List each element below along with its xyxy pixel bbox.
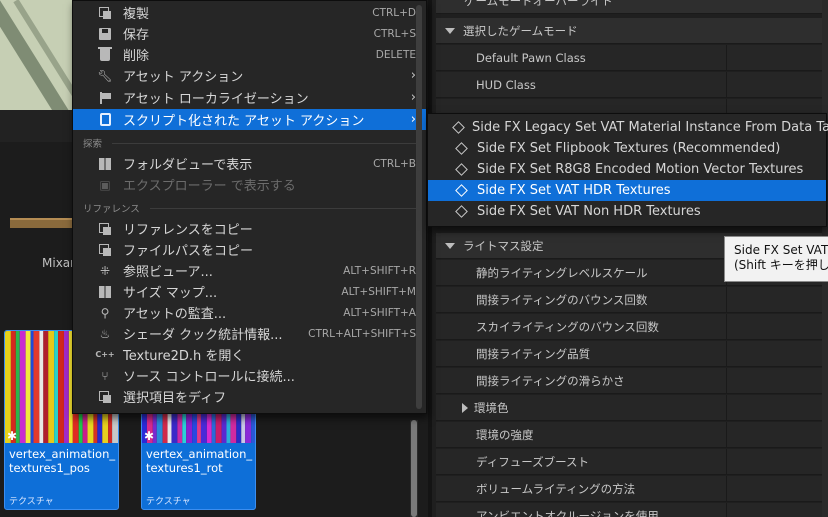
cpp-icon: C++ — [95, 350, 115, 359]
submenu-item-set-vat-non-hdr[interactable]: Side FX Set VAT Non HDR Textures — [428, 201, 826, 222]
menu-item-asset-actions[interactable]: 🔧︎ アセット アクション › — [73, 65, 426, 86]
diff-icon — [97, 389, 113, 405]
property-row[interactable]: ディフューズブースト — [436, 449, 828, 475]
menu-item-delete[interactable]: 削除 DELETE — [73, 44, 426, 65]
level-viewport[interactable] — [0, 0, 72, 110]
property-row[interactable]: Default Pawn Class — [436, 45, 828, 71]
menu-item-open-texture2d-h[interactable]: C++ Texture2D.h を開く — [73, 344, 426, 365]
property-row[interactable]: 環境の強度 — [436, 422, 828, 448]
submenu-item-set-vat-hdr[interactable]: Side FX Set VAT HDR Textures — [428, 180, 826, 201]
size-map-icon — [97, 284, 113, 300]
blueprint-diamond-icon — [452, 121, 465, 135]
property-row[interactable]: ボリュームライティングの方法 — [436, 476, 828, 502]
folder-label[interactable]: Mixar — [42, 256, 75, 270]
wrench-icon: 🔧︎ — [97, 68, 113, 83]
property-row[interactable]: スカイライティングのバウンス回数 — [436, 314, 828, 340]
property-row[interactable]: 間接ライティングの滑らかさ — [436, 368, 828, 394]
category-selected-gamemode[interactable]: 選択したゲームモード — [436, 18, 828, 44]
source-control-icon: ⑂ — [101, 368, 109, 383]
toolbar-band — [0, 110, 72, 142]
menu-item-diff-selected[interactable]: 選択項目をディフ — [73, 386, 426, 407]
menu-item-save[interactable]: 保存 CTRL+S — [73, 23, 426, 44]
tooltip: Side FX Set VAT H (Shift キーを押しな — [724, 236, 828, 282]
menu-item-copy-reference[interactable]: リファレンスをコピー — [73, 218, 426, 239]
collapse-arrow-icon[interactable] — [445, 27, 455, 34]
category-gamemode-override[interactable]: ゲームモードオーバーライド — [436, 0, 828, 14]
folder-thumbnail[interactable] — [10, 218, 72, 228]
menu-item-audit-assets[interactable]: ⚲ アセットの監査... ALT+SHIFT+A — [73, 302, 426, 323]
blueprint-diamond-icon — [454, 184, 468, 198]
shader-icon: ♨ — [99, 326, 111, 341]
flag-icon — [97, 90, 113, 106]
blueprint-diamond-icon — [454, 142, 468, 156]
script-icon — [97, 112, 113, 128]
property-row[interactable]: アンビエントオクルージョンを使用 — [436, 503, 828, 517]
submenu-item-set-r8g8-motion-vector[interactable]: Side FX Set R8G8 Encoded Motion Vector T… — [428, 159, 826, 180]
property-row-environment-color[interactable]: 環境色 — [436, 395, 828, 421]
delete-icon — [97, 46, 113, 63]
duplicate-icon — [97, 5, 113, 21]
menu-item-show-in-explorer: ▣ エクスプローラー で表示する — [73, 174, 426, 195]
submenu-item-set-flipbook-textures[interactable]: Side FX Set Flipbook Textures (Recommend… — [428, 138, 826, 159]
property-row[interactable]: 間接ライティングのバウンス回数 — [436, 287, 828, 313]
blueprint-diamond-icon — [454, 163, 468, 177]
menu-item-scripted-asset-actions[interactable]: スクリプト化された アセット アクション › — [73, 109, 426, 130]
asset-type: テクスチャ — [9, 497, 54, 507]
blueprint-diamond-icon — [454, 205, 468, 219]
menu-item-copy-file-path[interactable]: ファイルパスをコピー — [73, 239, 426, 260]
section-header-reference: リファレンス — [83, 201, 416, 215]
modified-star-icon: ✱ — [144, 429, 155, 443]
context-menu-scrollbar[interactable] — [414, 1, 424, 413]
menu-item-asset-localization[interactable]: アセット ローカライゼーション › — [73, 87, 426, 108]
viewport-object — [0, 0, 72, 110]
asset-type: テクスチャ — [146, 497, 191, 507]
menu-item-show-in-folder-view[interactable]: フォルダビューで表示 CTRL+B — [73, 153, 426, 174]
folder-view-icon — [97, 156, 113, 172]
collapse-arrow-icon[interactable] — [445, 242, 455, 249]
scripted-actions-submenu: Side FX Legacy Set VAT Material Instance… — [427, 113, 828, 227]
menu-item-duplicate[interactable]: 複製 CTRL+D — [73, 2, 426, 23]
section-header-explore: 探索 — [83, 136, 416, 150]
property-row[interactable]: HUD Class — [436, 72, 828, 98]
menu-item-size-map[interactable]: サイズ マップ... ALT+SHIFT+M — [73, 281, 426, 302]
reference-viewer-icon: ⁜ — [99, 263, 111, 278]
explorer-icon: ▣ — [99, 177, 111, 192]
copy-reference-icon — [97, 221, 113, 237]
content-browser-scrollbar[interactable] — [410, 420, 418, 517]
modified-star-icon: ✱ — [7, 429, 18, 443]
asset-name: vertex_animation_ textures1_rot — [146, 447, 253, 475]
scrollbar-thumb[interactable] — [416, 5, 422, 409]
submenu-item-legacy-set-vat-material[interactable]: Side FX Legacy Set VAT Material Instance… — [428, 117, 828, 138]
menu-item-reference-viewer[interactable]: ⁜ 参照ビューア... ALT+SHIFT+R — [73, 260, 426, 281]
menu-item-connect-source-control[interactable]: ⑂ ソース コントロールに接続... — [73, 365, 426, 386]
property-row[interactable]: 間接ライティング品質 — [436, 341, 828, 367]
audit-icon: ⚲ — [100, 305, 110, 320]
menu-item-shader-cook-stats[interactable]: ♨ シェーダ クック統計情報... CTRL+ALT+SHIFT+S — [73, 323, 426, 344]
asset-name: vertex_animation_ textures1_pos — [9, 447, 116, 475]
scrollbar-thumb[interactable] — [411, 420, 417, 517]
save-icon — [97, 26, 113, 42]
copy-path-icon — [97, 242, 113, 258]
asset-context-menu: 複製 CTRL+D 保存 CTRL+S 削除 DELETE 🔧︎ アセット アク… — [72, 0, 427, 414]
